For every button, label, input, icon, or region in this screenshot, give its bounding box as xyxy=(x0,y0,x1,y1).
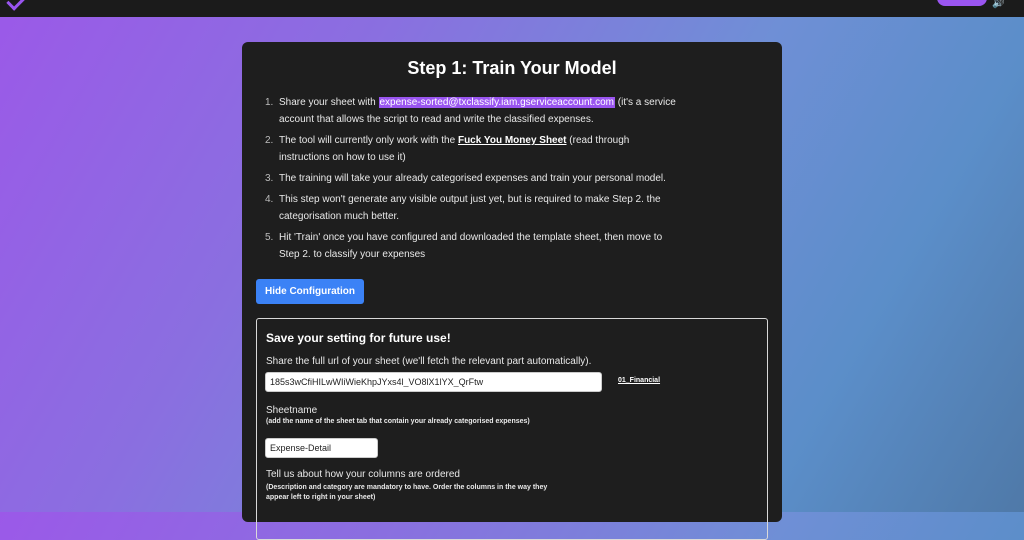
sheetname-input[interactable] xyxy=(265,438,378,458)
instruction-item: 1. Share your sheet with expense-sorted@… xyxy=(265,97,676,125)
sheetname-label: Sheetname xyxy=(266,405,318,416)
instruction-item: 5. Hit 'Train' once you have configured … xyxy=(265,232,663,260)
hide-configuration-button[interactable]: Hide Configuration xyxy=(256,279,364,304)
train-model-card: Step 1: Train Your Model 1. Share your s… xyxy=(242,42,782,540)
instruction-item: 3. The training will take your already c… xyxy=(265,173,666,184)
columns-hint: (Description and category are mandatory … xyxy=(266,484,548,501)
instruction-item: 4. This step won't generate any visible … xyxy=(265,194,661,222)
columns-label: Tell us about how your columns are order… xyxy=(266,469,460,480)
sheet-url-input[interactable] xyxy=(265,372,602,392)
configuration-panel: Save your setting for future use! Share … xyxy=(256,318,768,540)
sheet-url-label: Share the full url of your sheet (we'll … xyxy=(266,356,592,367)
config-title: Save your setting for future use! xyxy=(266,331,451,345)
template-sheet-link[interactable]: Fuck You Money Sheet xyxy=(458,135,567,146)
instructions-list: 1. Share your sheet with expense-sorted@… xyxy=(261,94,681,267)
sheet-name-link[interactable]: 01_Financial xyxy=(618,377,660,384)
top-navbar: 🔊 xyxy=(0,0,1024,17)
account-button[interactable] xyxy=(937,0,987,6)
instruction-item: 2. The tool will currently only work wit… xyxy=(265,135,630,163)
sheetname-hint: (add the name of the sheet tab that cont… xyxy=(266,418,530,425)
logo-icon[interactable] xyxy=(6,0,25,11)
page-title: Step 1: Train Your Model xyxy=(407,58,617,78)
speaker-icon[interactable]: 🔊 xyxy=(992,0,1004,9)
service-account-email[interactable]: expense-sorted@txclassify.iam.gserviceac… xyxy=(378,97,616,108)
